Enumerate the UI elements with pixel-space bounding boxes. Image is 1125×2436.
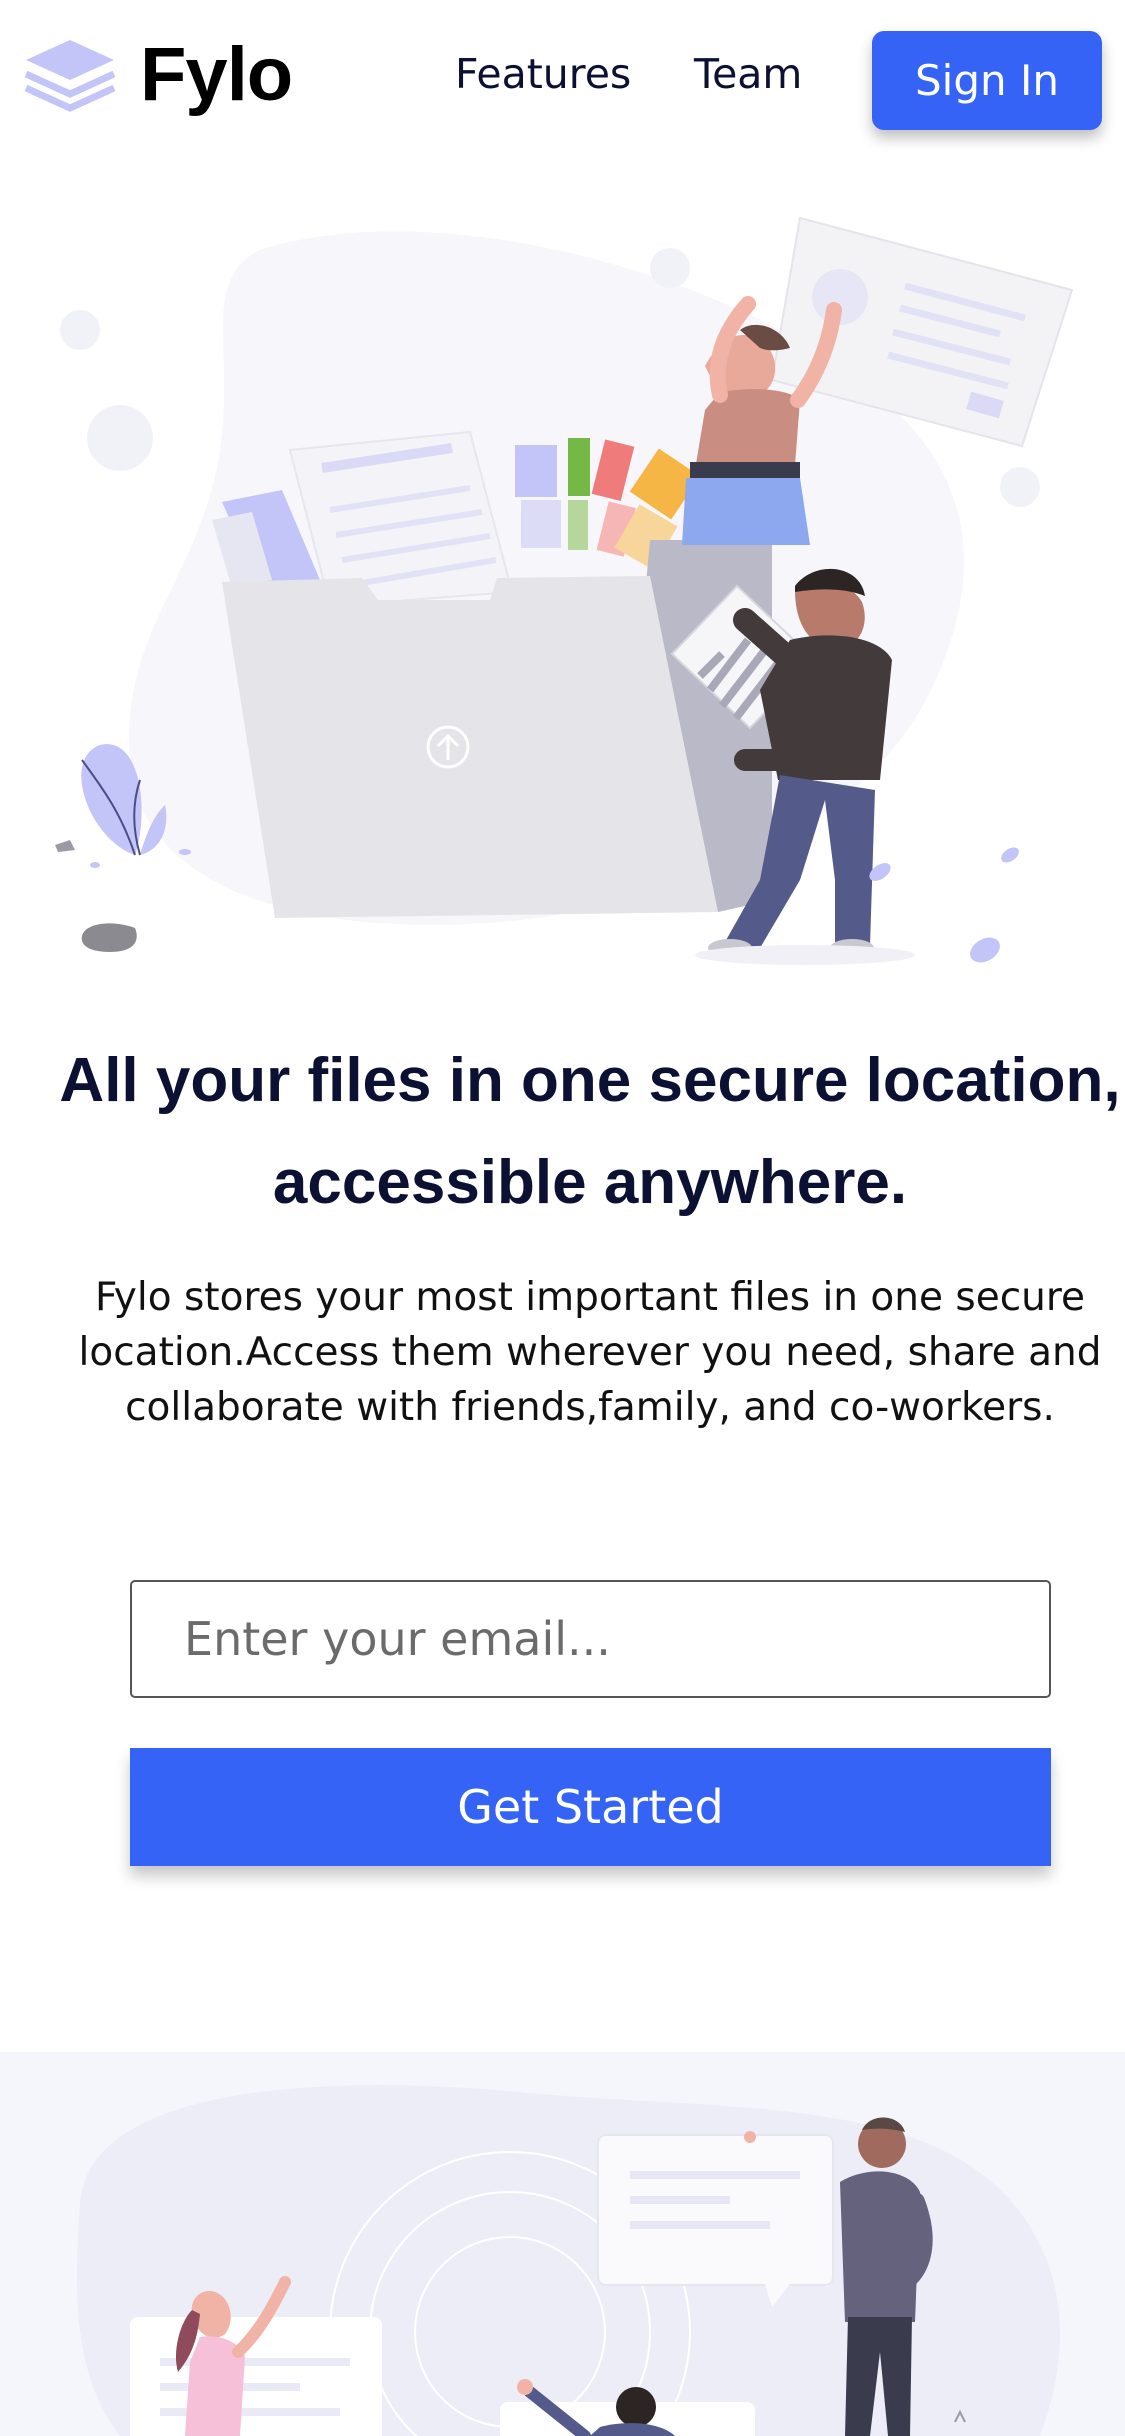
hero-description: Fylo stores your most important files in… xyxy=(78,1275,1102,1430)
collaboration-illustration xyxy=(76,2085,1061,2436)
hero-title: All your files in one secure location, a… xyxy=(59,1046,1121,1217)
folder-graphic xyxy=(222,576,718,918)
sign-in-button[interactable]: Sign In xyxy=(872,31,1102,130)
layers-logo-icon xyxy=(24,40,116,112)
hero-illustration xyxy=(55,216,1074,965)
get-started-button[interactable]: Get Started xyxy=(130,1748,1051,1866)
site-header: Fylo Features Team Sign In xyxy=(0,0,1125,170)
features-section xyxy=(0,2052,1125,2436)
email-input[interactable] xyxy=(130,1580,1051,1698)
nav-link-team[interactable]: Team xyxy=(694,54,802,95)
nav-link-features[interactable]: Features xyxy=(455,54,631,95)
logo[interactable]: Fylo xyxy=(22,32,293,117)
logo-text: Fylo xyxy=(140,32,293,117)
rock-decoration xyxy=(81,923,137,952)
